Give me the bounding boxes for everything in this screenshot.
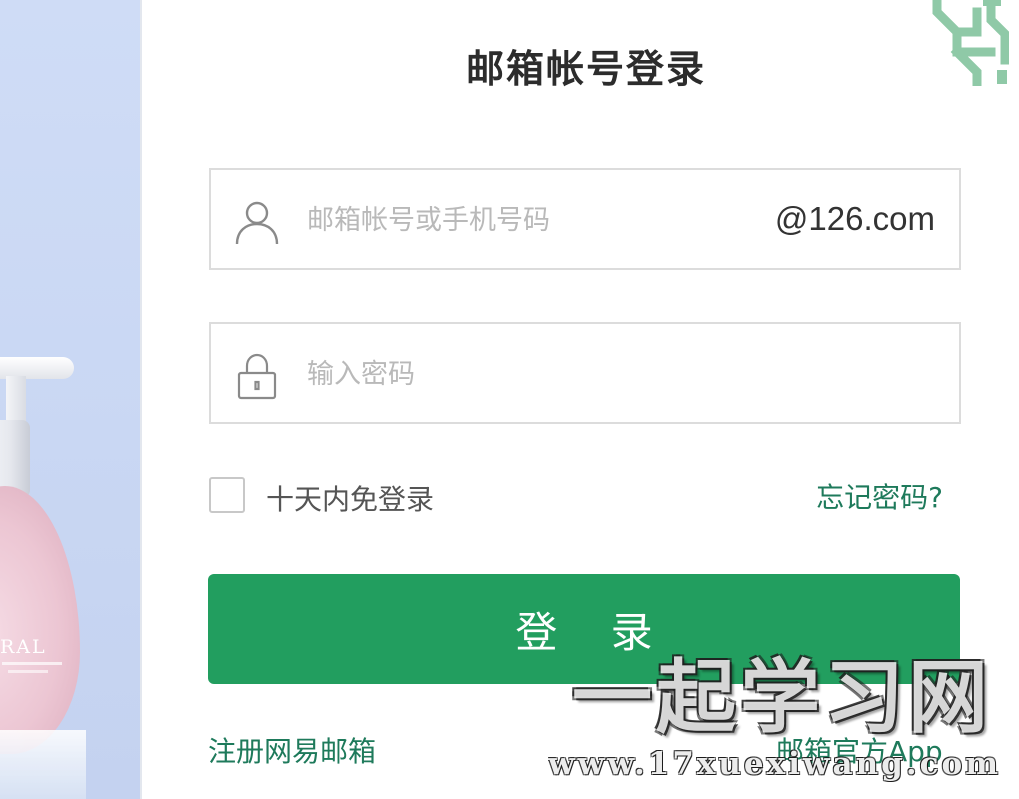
bottle-pump-stem bbox=[6, 376, 26, 422]
remember-checkbox[interactable] bbox=[209, 477, 245, 513]
bottle-brand-text: RAL bbox=[0, 636, 47, 658]
bottle-fine-print bbox=[8, 670, 48, 673]
forgot-password-link[interactable]: 忘记密码? bbox=[816, 476, 943, 516]
password-input[interactable] bbox=[307, 348, 747, 400]
remember-row: 十天内免登录 忘记密码? bbox=[209, 476, 961, 518]
register-link[interactable]: 注册网易邮箱 bbox=[208, 730, 376, 770]
login-button[interactable]: 登 录 bbox=[208, 574, 960, 684]
remember-label[interactable]: 十天内免登录 bbox=[266, 478, 434, 518]
password-field bbox=[209, 322, 961, 424]
promo-image: RAL bbox=[0, 0, 140, 799]
account-field: @126.com bbox=[209, 168, 961, 270]
official-app-link[interactable]: 邮箱官方App bbox=[776, 730, 943, 770]
display-pedestal bbox=[0, 730, 86, 799]
bottle-fine-print bbox=[2, 662, 62, 665]
bottle-body bbox=[0, 486, 80, 754]
user-icon bbox=[235, 201, 279, 245]
domain-suffix: @126.com bbox=[774, 200, 935, 237]
panel-divider bbox=[140, 0, 142, 799]
account-input[interactable] bbox=[307, 194, 747, 246]
login-page: RAL 邮箱帐号登录 @126.com bbox=[0, 0, 1019, 799]
lock-icon bbox=[237, 353, 277, 400]
page-title: 邮箱帐号登录 bbox=[465, 47, 706, 91]
